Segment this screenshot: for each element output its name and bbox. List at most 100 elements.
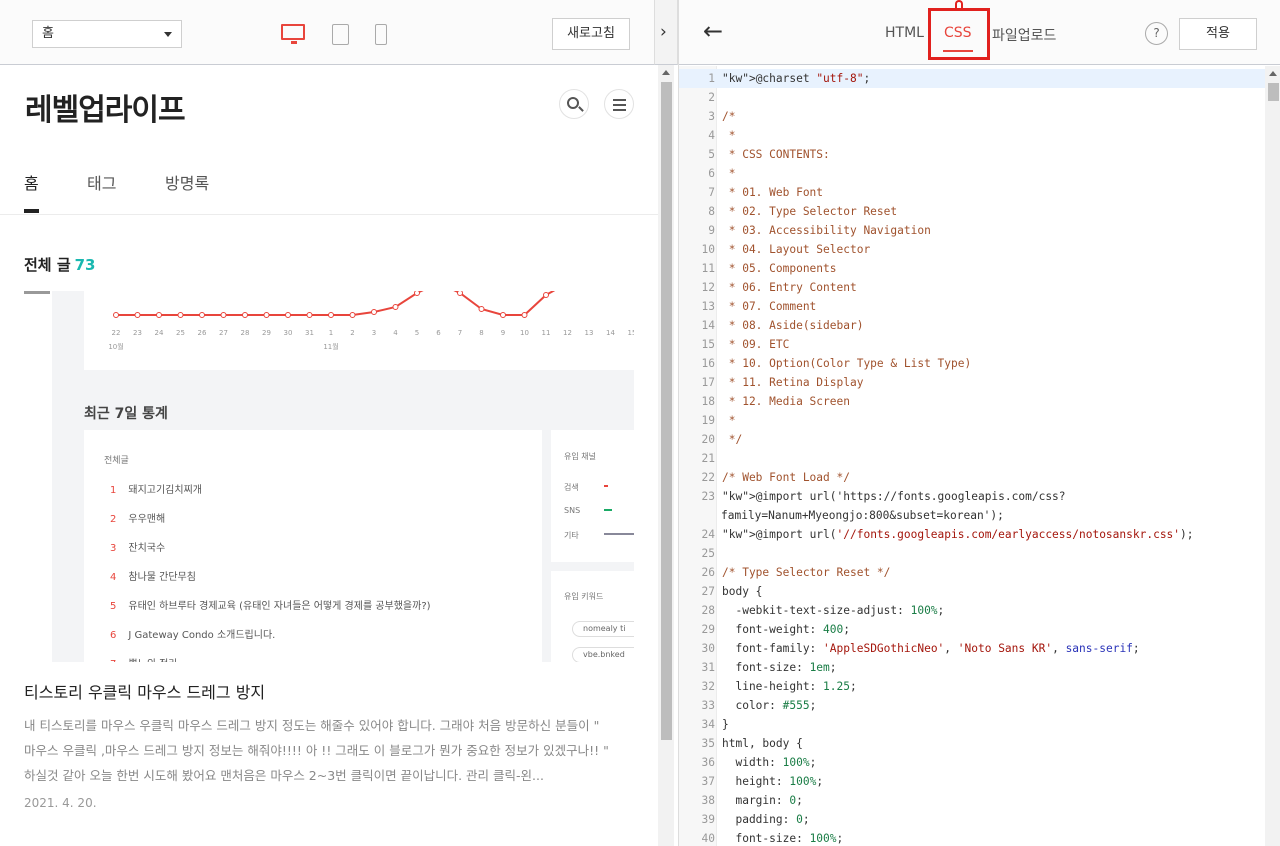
menu-button[interactable] (604, 89, 634, 119)
code-line[interactable]: 15 * 09. ETC (679, 335, 1265, 354)
scrollbar-thumb[interactable] (1268, 83, 1279, 101)
preview-toolbar: 홈 새로고침 (0, 0, 658, 65)
x-tick-label: 13 (585, 329, 594, 337)
tab-file-upload[interactable]: 파일업로드 (992, 25, 1056, 45)
line-number: 13 (701, 300, 715, 313)
code-text: font-weight: 400; (722, 623, 851, 636)
blog-title[interactable]: 레벨업라이프 (25, 85, 186, 129)
code-line[interactable]: 37 height: 100%; (679, 772, 1265, 791)
code-line[interactable]: 3 /* (679, 107, 1265, 126)
line-number: 11 (701, 262, 715, 275)
code-line[interactable]: 18 * 12. Media Screen (679, 392, 1265, 411)
code-line[interactable]: 12 * 06. Entry Content (679, 278, 1265, 297)
post-thumbnail[interactable]: 22 23 24 25 26 27 28 29 30 31 1 2 3 4 5 6 7 8 9 10 11 12 13 14 1… (24, 291, 634, 662)
keyword-pill: vbe.bnked (572, 647, 634, 662)
code-line[interactable]: 33 color: #555; (679, 696, 1265, 715)
code-line[interactable]: 27 body { (679, 582, 1265, 601)
code-line[interactable]: 25 (679, 544, 1265, 563)
back-arrow-icon[interactable]: ← (703, 16, 723, 46)
code-line[interactable]: 38 margin: 0; (679, 791, 1265, 810)
code-line[interactable]: 28 -webkit-text-size-adjust: 100%; (679, 601, 1265, 620)
nav-divider (0, 214, 658, 215)
x-tick-label: 6 (436, 329, 441, 337)
code-line[interactable]: 20 */ (679, 430, 1265, 449)
search-button[interactable] (559, 89, 589, 119)
month-label: 10월 (108, 342, 123, 351)
code-line[interactable]: 6 * (679, 164, 1265, 183)
code-line[interactable]: 40 font-size: 100%; (679, 829, 1265, 846)
code-text: * 02. Type Selector Reset (722, 205, 898, 218)
popular-post-item: 7뿌노의 정라 (110, 655, 178, 662)
nav-tab-tag[interactable]: 태그 (87, 170, 116, 194)
apply-button[interactable]: 적용 (1179, 18, 1257, 50)
code-line[interactable]: 31 font-size: 1em; (679, 658, 1265, 677)
line-number: 23 (701, 490, 715, 503)
code-line[interactable]: 1 "kw">@charset "utf-8"; (679, 69, 1265, 88)
channel-search: 검색 (564, 483, 579, 492)
code-text: * 08. Aside(sidebar) (722, 319, 864, 332)
help-icon[interactable]: ? (1145, 22, 1168, 45)
code-line[interactable]: 8 * 02. Type Selector Reset (679, 202, 1265, 221)
scroll-up-icon[interactable] (662, 70, 670, 75)
line-number: 18 (701, 395, 715, 408)
x-tick-label: 8 (479, 329, 483, 337)
code-line[interactable]: 21 (679, 449, 1265, 468)
x-tick-label: 4 (393, 329, 398, 337)
visits-point (521, 312, 528, 318)
total-posts-label: 전체 글 73 (24, 256, 96, 274)
line-number: 29 (701, 623, 715, 636)
code-text: * (722, 167, 736, 180)
hamburger-icon (613, 99, 626, 101)
code-line[interactable]: 16 * 10. Option(Color Type & List Type) (679, 354, 1265, 373)
channel-card (551, 430, 634, 562)
desktop-view-icon[interactable] (281, 24, 305, 44)
month-label: 11월 (323, 342, 338, 351)
x-tick-label: 26 (198, 329, 207, 337)
code-line[interactable]: 7 * 01. Web Font (679, 183, 1265, 202)
code-line[interactable]: 17 * 11. Retina Display (679, 373, 1265, 392)
code-line[interactable]: 26 /* Type Selector Reset */ (679, 563, 1265, 582)
refresh-button[interactable]: 새로고침 (552, 18, 630, 50)
code-line[interactable]: 5 * CSS CONTENTS: (679, 145, 1265, 164)
tab-html[interactable]: HTML (885, 25, 924, 41)
code-text: * 12. Media Screen (722, 395, 850, 408)
tablet-view-icon[interactable] (332, 24, 349, 45)
post-title[interactable]: 티스토리 우클릭 마우스 드레그 방지 (24, 679, 265, 703)
code-line[interactable]: 34} (679, 715, 1265, 734)
code-line[interactable]: 2 (679, 88, 1265, 107)
preview-scrollbar[interactable] (658, 65, 674, 846)
page-select[interactable]: 홈 (32, 20, 182, 48)
code-line[interactable]: 39 padding: 0; (679, 810, 1265, 829)
channel-title: 유입 채널 (564, 452, 596, 461)
code-line[interactable]: 13 * 07. Comment (679, 297, 1265, 316)
x-tick-label: 11 (542, 329, 551, 337)
code-line[interactable]: 14 * 08. Aside(sidebar) (679, 316, 1265, 335)
code-line[interactable]: 24 "kw">@import url('//fonts.googleapis.c… (679, 525, 1265, 544)
scrollbar-thumb[interactable] (661, 82, 672, 740)
visits-point (242, 312, 248, 318)
editor-scrollbar[interactable] (1265, 66, 1280, 846)
code-line[interactable]: 4 * (679, 126, 1265, 145)
code-line[interactable]: 10 * 04. Layout Selector (679, 240, 1265, 259)
post-excerpt[interactable]: 내 티스토리를 마우스 우클릭 마우스 드레그 방지 정도는 해줄수 있어야 합… (24, 713, 609, 788)
code-line[interactable]: 35 html, body { (679, 734, 1265, 753)
code-line[interactable]: 36 width: 100%; (679, 753, 1265, 772)
code-line[interactable]: 30 font-family: 'AppleSDGothicNeo', 'Not… (679, 639, 1265, 658)
code-line[interactable]: 32 line-height: 1.25; (679, 677, 1265, 696)
collapse-preview-button[interactable]: › (654, 0, 678, 65)
code-line[interactable]: 19 * (679, 411, 1265, 430)
code-line[interactable]: 23 "kw">@import url('https://fonts.google… (679, 487, 1265, 525)
nav-tab-home[interactable]: 홈 (24, 170, 39, 194)
x-tick-label: 2 (350, 329, 354, 337)
css-code-editor[interactable]: 1 "kw">@charset "utf-8"; 2 3/* 4 * 5 * CSS CO… (679, 66, 1265, 846)
code-text: * 04. Layout Selector (722, 243, 871, 256)
mobile-view-icon[interactable] (375, 24, 387, 45)
code-line[interactable]: 9 * 03. Accessibility Navigation (679, 221, 1265, 240)
line-number: 25 (701, 547, 715, 560)
code-line[interactable]: 22 /* Web Font Load */ (679, 468, 1265, 487)
line-number: 28 (701, 604, 715, 617)
nav-tab-guestbook[interactable]: 방명록 (165, 170, 209, 194)
code-line[interactable]: 11 * 05. Components (679, 259, 1265, 278)
code-line[interactable]: 29 font-weight: 400; (679, 620, 1265, 639)
scroll-up-icon[interactable] (1269, 71, 1277, 76)
